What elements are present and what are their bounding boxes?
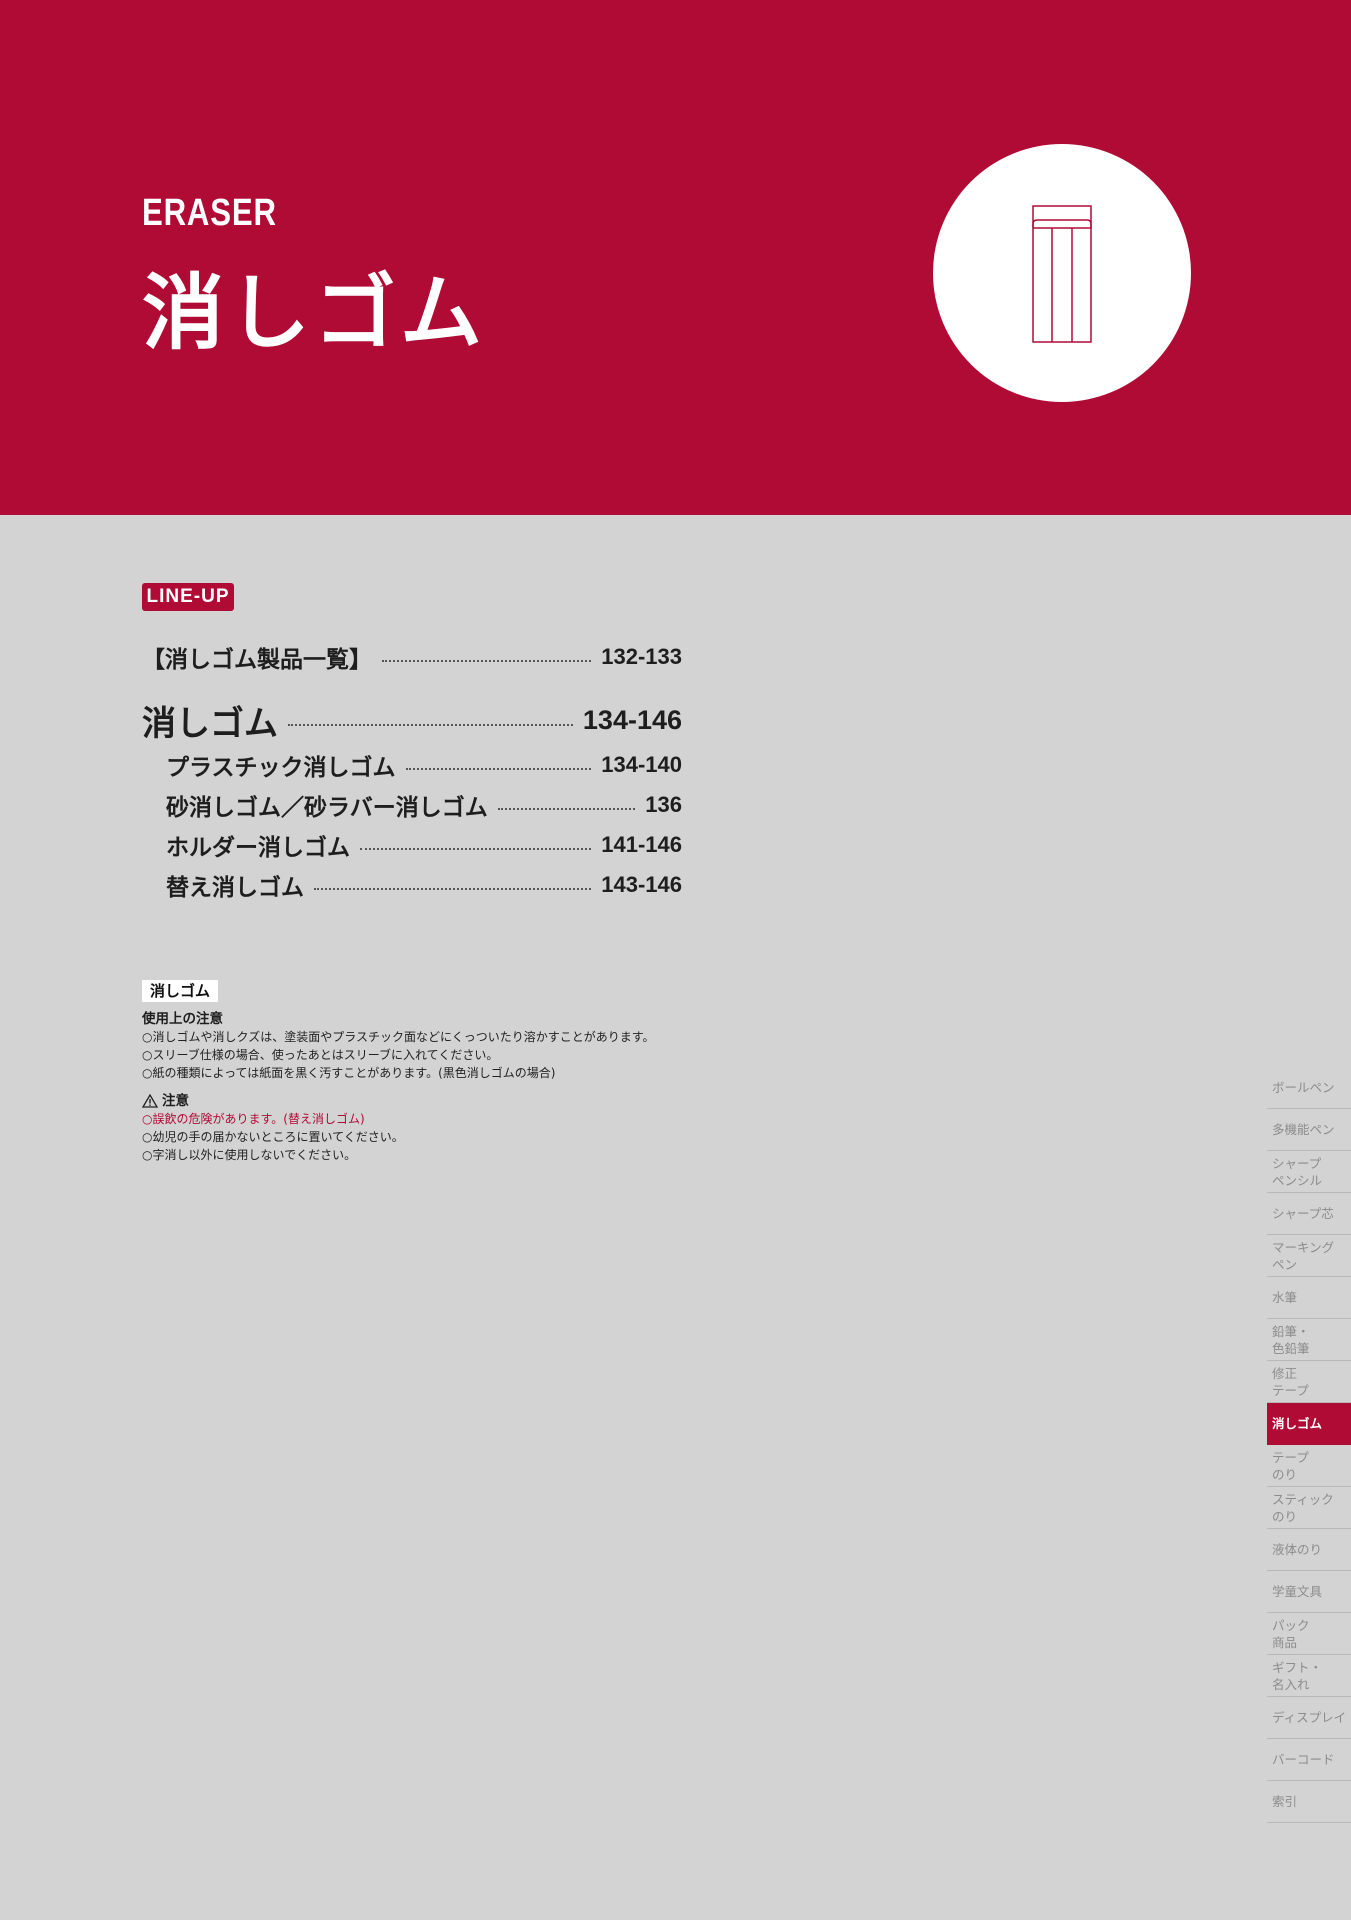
sidenav-item-pencil[interactable]: 鉛筆・ 色鉛筆 — [1267, 1319, 1351, 1361]
toc-row-plastic-eraser[interactable]: プラスチック消しゴム 134-140 — [142, 748, 682, 782]
toc-leader-dots — [288, 723, 573, 726]
usage-note: ○スリーブ仕様の場合、使ったあとはスリーブに入れてください。 — [142, 1048, 499, 1062]
usage-note: ○消しゴムや消しクズは、塗装面やプラスチック面などにくっついたり溶かすことがあり… — [142, 1030, 655, 1044]
sidenav-item-label: シャープ ペンシル — [1272, 1155, 1323, 1188]
caution-note: ○誤飲の危険があります。(替え消しゴム) — [142, 1112, 365, 1126]
toc-label: プラスチック消しゴム — [166, 755, 396, 781]
sidenav-item-tape-glue[interactable]: テープ のり — [1267, 1445, 1351, 1487]
sidenav-item-liquid-glue[interactable]: 液体のり — [1267, 1529, 1351, 1571]
category-side-index: ボールペン 多機能ペン シャープ ペンシル シャープ芯 マーキング ペン 水筆 鉛筆… — [1267, 1067, 1351, 1823]
sidenav-item-label: スティック のり — [1272, 1491, 1334, 1524]
eraser-icon — [1032, 205, 1092, 343]
sidenav-item-pack-products[interactable]: パック 商品 — [1267, 1613, 1351, 1655]
usage-heading: 使用上の注意 — [142, 1011, 223, 1027]
sidenav-item-label: マーキング ペン — [1272, 1239, 1335, 1272]
sidenav-item-mechanical-pencil[interactable]: シャープ ペンシル — [1267, 1151, 1351, 1193]
sidenav-item-label: 学童文具 — [1272, 1584, 1323, 1599]
toc-label: ホルダー消しゴム — [166, 835, 350, 861]
sidenav-item-label: ディスプレイ — [1272, 1710, 1347, 1725]
sidenav-item-label: パック 商品 — [1272, 1617, 1310, 1650]
toc-pages: 136 — [645, 792, 682, 817]
toc-label: 替え消しゴム — [166, 875, 304, 901]
category-title-english: ERASER — [142, 192, 277, 234]
sidenav-item-index[interactable]: 索引 — [1267, 1781, 1351, 1823]
toc-label: 消しゴム — [142, 704, 278, 744]
sidenav-item-marker[interactable]: マーキング ペン — [1267, 1235, 1351, 1277]
sidenav-item-label: ギフト・ 名入れ — [1272, 1659, 1323, 1692]
toc-pages: 134-146 — [582, 705, 682, 735]
sidenav-item-label: バーコード — [1272, 1752, 1335, 1767]
caution-heading: 注意 — [162, 1093, 189, 1109]
usage-notes: 消しゴム 使用上の注意 ○消しゴムや消しクズは、塗装面やプラスチック面などにくっ… — [142, 980, 842, 1164]
toc-label: 砂消しゴム／砂ラバー消しゴム — [166, 795, 488, 821]
toc-leader-dots — [314, 888, 592, 890]
sidenav-item-label: テープ のり — [1272, 1449, 1309, 1482]
toc-leader-dots — [405, 768, 592, 770]
toc-row-product-list[interactable]: 【消しゴム製品一覧】 132-133 — [142, 640, 682, 674]
caution-heading-row: 注意 — [142, 1092, 842, 1110]
sidenav-item-label: 索引 — [1272, 1794, 1298, 1809]
sidenav-item-label: 鉛筆・ 色鉛筆 — [1272, 1323, 1310, 1356]
warning-icon — [142, 1094, 158, 1108]
sidenav-item-multi-pen[interactable]: 多機能ペン — [1267, 1109, 1351, 1151]
sidenav-item-label: 水筆 — [1272, 1290, 1298, 1305]
category-icon-circle — [933, 144, 1191, 402]
toc-pages: 141-146 — [601, 832, 682, 857]
sidenav-item-label: シャープ芯 — [1272, 1206, 1334, 1221]
sidenav-item-water-brush[interactable]: 水筆 — [1267, 1277, 1351, 1319]
toc-leader-dots — [497, 808, 636, 810]
sidenav-item-school-supplies[interactable]: 学童文具 — [1267, 1571, 1351, 1613]
toc-pages: 143-146 — [601, 872, 682, 897]
toc-leader-dots — [382, 660, 592, 662]
sidenav-item-label: ボールペン — [1272, 1080, 1335, 1095]
sidenav-item-label: 修正 テープ — [1272, 1365, 1309, 1398]
category-title-japanese: 消しゴム — [142, 266, 487, 361]
caution-note: ○字消し以外に使用しないでください。 — [142, 1148, 357, 1162]
sidenav-item-label: 消しゴム — [1272, 1416, 1323, 1431]
toc-pages: 132-133 — [601, 644, 682, 669]
toc-leader-dots — [360, 848, 592, 850]
caution-note: ○幼児の手の届かないところに置いてください。 — [142, 1130, 404, 1144]
toc-label: 【消しゴム製品一覧】 — [142, 647, 372, 673]
toc-row-holder-eraser[interactable]: ホルダー消しゴム 141-146 — [142, 828, 682, 862]
sidenav-item-eraser[interactable]: 消しゴム — [1267, 1403, 1351, 1445]
sidenav-item-lead[interactable]: シャープ芯 — [1267, 1193, 1351, 1235]
sidenav-item-correction-tape[interactable]: 修正 テープ — [1267, 1361, 1351, 1403]
lineup-badge: LINE-UP — [142, 583, 234, 611]
sidenav-item-ballpoint-pen[interactable]: ボールペン — [1267, 1067, 1351, 1109]
sidenav-item-barcode[interactable]: バーコード — [1267, 1739, 1351, 1781]
sidenav-item-display[interactable]: ディスプレイ — [1267, 1697, 1351, 1739]
sidenav-item-label: 液体のり — [1272, 1542, 1323, 1557]
sidenav-item-label: 多機能ペン — [1272, 1122, 1335, 1137]
toc-row-eraser[interactable]: 消しゴム 134-146 — [142, 696, 682, 745]
toc-row-sand-eraser[interactable]: 砂消しゴム／砂ラバー消しゴム 136 — [142, 788, 682, 822]
toc-row-refill-eraser[interactable]: 替え消しゴム 143-146 — [142, 868, 682, 902]
category-header: ERASER 消しゴム — [0, 0, 1351, 515]
notes-tag: 消しゴム — [142, 980, 219, 1002]
usage-note: ○紙の種類によっては紙面を黒く汚すことがあります。(黒色消しゴムの場合) — [142, 1066, 556, 1080]
toc-pages: 134-140 — [601, 752, 682, 777]
sidenav-item-gift-engraving[interactable]: ギフト・ 名入れ — [1267, 1655, 1351, 1697]
sidenav-item-stick-glue[interactable]: スティック のり — [1267, 1487, 1351, 1529]
